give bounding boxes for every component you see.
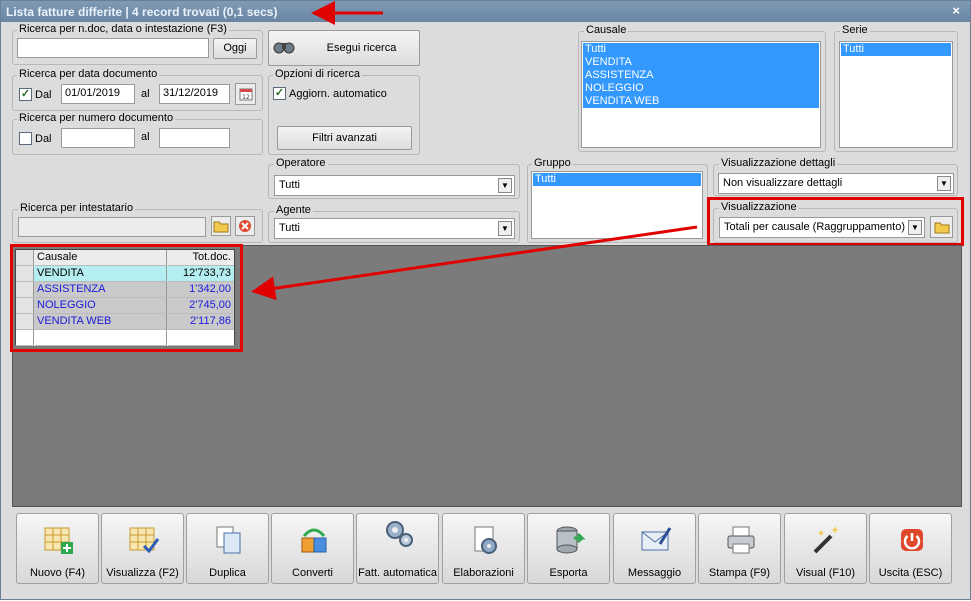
- export-button[interactable]: Esporta: [527, 513, 610, 584]
- convert-button-label: Converti: [292, 567, 333, 579]
- visual-button[interactable]: Visual (F10): [784, 513, 867, 584]
- duplicate-button[interactable]: Duplica: [186, 513, 269, 584]
- exit-button-label: Uscita (ESC): [878, 567, 943, 579]
- message-icon: [641, 527, 672, 551]
- process-icon: [474, 526, 497, 554]
- exit-button[interactable]: Uscita (ESC): [869, 513, 952, 584]
- main-window: Lista fatture differite | 4 record trova…: [0, 0, 971, 600]
- gears-icon: [386, 521, 413, 547]
- annotation-arrows: [251, 1, 698, 301]
- new-grid-icon: [44, 527, 73, 554]
- duplicate-icon: [216, 526, 241, 554]
- processing-button[interactable]: Elaborazioni: [442, 513, 525, 584]
- view-button[interactable]: Visualizza (F2): [101, 513, 184, 584]
- auto-invoice-button[interactable]: Fatt. automatica: [356, 513, 439, 584]
- view-grid-icon: [129, 527, 160, 554]
- print-button-label: Stampa (F9): [708, 567, 771, 579]
- magic-wand-icon: [813, 526, 839, 554]
- new-button[interactable]: Nuovo (F4): [16, 513, 99, 584]
- new-button-label: Nuovo (F4): [29, 567, 86, 579]
- duplicate-button-label: Duplica: [209, 567, 246, 579]
- view-button-label: Visualizza (F2): [106, 567, 179, 579]
- export-db-icon: [556, 526, 586, 554]
- auto-invoice-button-label: Fatt. automatica: [358, 567, 437, 579]
- message-button[interactable]: Messaggio: [613, 513, 696, 584]
- annotation-arrow-grid: [251, 225, 698, 301]
- visual-button-label: Visual (F10): [795, 567, 856, 579]
- processing-button-label: Elaborazioni: [453, 567, 514, 579]
- message-button-label: Messaggio: [627, 567, 682, 579]
- export-button-label: Esporta: [549, 567, 588, 579]
- convert-button[interactable]: Converti: [271, 513, 354, 584]
- convert-icon: [301, 528, 327, 553]
- print-button[interactable]: Stampa (F9): [698, 513, 781, 584]
- printer-icon: [727, 526, 755, 554]
- power-icon: [901, 529, 923, 551]
